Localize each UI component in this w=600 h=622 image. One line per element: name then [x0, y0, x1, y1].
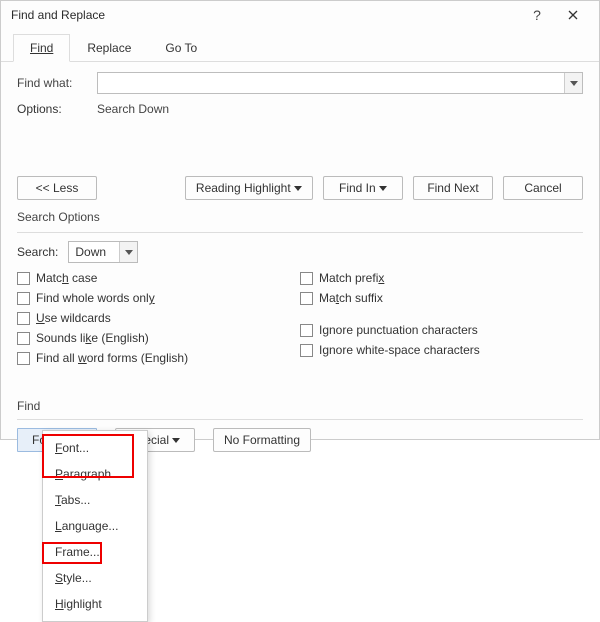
close-icon	[568, 10, 578, 20]
chevron-down-icon	[125, 250, 133, 255]
search-direction-dropdown[interactable]	[119, 242, 137, 262]
search-direction-select[interactable]: Down	[68, 241, 138, 263]
check-sounds-like[interactable]: Sounds like (English)	[17, 331, 300, 345]
chevron-down-icon	[379, 186, 387, 191]
menu-style[interactable]: Style...	[43, 565, 147, 591]
close-button[interactable]	[555, 1, 591, 29]
menu-paragraph[interactable]: Paragraph...	[43, 461, 147, 487]
find-what-dropdown[interactable]	[564, 73, 582, 93]
options-label: Options:	[17, 102, 97, 116]
less-button[interactable]: << Less	[17, 176, 97, 200]
action-row: << Less Reading Highlight Find In Find N…	[17, 176, 583, 200]
checkbox-icon	[300, 292, 313, 305]
find-what-input[interactable]	[97, 72, 583, 94]
find-group-title: Find	[17, 399, 583, 413]
options-value: Search Down	[97, 102, 169, 116]
check-whole-words[interactable]: Find whole words only	[17, 291, 300, 305]
check-word-forms[interactable]: Find all word forms (English)	[17, 351, 300, 365]
titlebar: Find and Replace ?	[1, 1, 599, 29]
menu-font[interactable]: Font...	[43, 435, 147, 461]
menu-highlight[interactable]: Highlight	[43, 591, 147, 617]
chevron-down-icon	[294, 186, 302, 191]
checkbox-icon	[17, 272, 30, 285]
search-direction-label: Search:	[17, 245, 58, 259]
check-match-prefix[interactable]: Match prefix	[300, 271, 583, 285]
search-options-title: Search Options	[17, 210, 583, 224]
format-menu: Font... Paragraph... Tabs... Language...…	[42, 430, 148, 622]
tab-label: Go To	[165, 41, 197, 55]
reading-highlight-button[interactable]: Reading Highlight	[185, 176, 313, 200]
checkbox-icon	[300, 272, 313, 285]
no-formatting-button[interactable]: No Formatting	[213, 428, 311, 452]
check-ignore-whitespace[interactable]: Ignore white-space characters	[300, 343, 583, 357]
tab-replace[interactable]: Replace	[70, 34, 148, 62]
help-button[interactable]: ?	[519, 1, 555, 29]
divider	[17, 232, 583, 233]
checkbox-icon	[17, 312, 30, 325]
checkbox-icon	[17, 352, 30, 365]
check-match-case[interactable]: Match case	[17, 271, 300, 285]
dialog-content: Find what: Options: Search Down << Less …	[1, 62, 599, 464]
menu-frame[interactable]: Frame...	[43, 539, 147, 565]
find-replace-dialog: Find and Replace ? Find Replace Go To Fi…	[0, 0, 600, 440]
chevron-down-icon	[172, 438, 180, 443]
checkbox-icon	[17, 332, 30, 345]
find-what-label: Find what:	[17, 76, 97, 90]
checkbox-icon	[300, 324, 313, 337]
check-ignore-punctuation[interactable]: Ignore punctuation characters	[300, 323, 583, 337]
cancel-button[interactable]: Cancel	[503, 176, 583, 200]
menu-language[interactable]: Language...	[43, 513, 147, 539]
checkbox-icon	[17, 292, 30, 305]
find-next-button[interactable]: Find Next	[413, 176, 493, 200]
find-in-button[interactable]: Find In	[323, 176, 403, 200]
check-wildcards[interactable]: Use wildcards	[17, 311, 300, 325]
checkbox-icon	[300, 344, 313, 357]
tab-find[interactable]: Find	[13, 34, 70, 62]
check-match-suffix[interactable]: Match suffix	[300, 291, 583, 305]
tab-label: Find	[30, 41, 53, 55]
window-title: Find and Replace	[11, 8, 519, 22]
tab-label: Replace	[87, 41, 131, 55]
divider	[17, 419, 583, 420]
tab-bar: Find Replace Go To	[1, 29, 599, 62]
chevron-down-icon	[570, 81, 578, 86]
tab-goto[interactable]: Go To	[148, 34, 214, 62]
menu-tabs[interactable]: Tabs...	[43, 487, 147, 513]
